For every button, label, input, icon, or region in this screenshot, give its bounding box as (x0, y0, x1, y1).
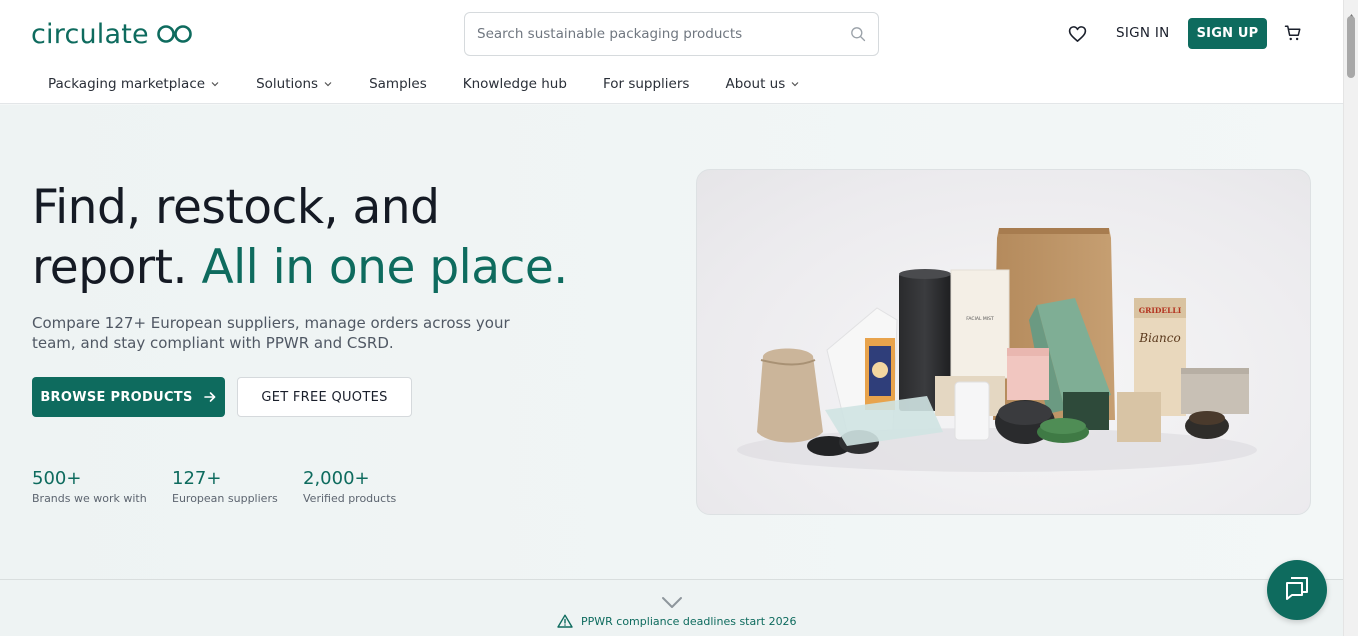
browse-products-button[interactable]: BROWSE PRODUCTS (32, 377, 225, 417)
scroll-down-arrow-icon[interactable] (1348, 626, 1355, 636)
stat-label: Verified products (303, 492, 397, 505)
chevron-down-icon (323, 79, 333, 89)
chevron-down-icon[interactable] (661, 595, 683, 614)
bianco-box-label: Bianco (1138, 331, 1180, 345)
packaging-products-illustration: FACIAL MIST GRIDELLI Bianco (737, 228, 1257, 472)
notice-text: PPWR compliance deadlines start 2026 (581, 614, 797, 628)
nav-item-packaging-marketplace[interactable]: Packaging marketplace (48, 76, 220, 92)
headline-line-2: report. (32, 240, 202, 295)
get-free-quotes-button[interactable]: GET FREE QUOTES (237, 377, 412, 417)
sign-up-button[interactable]: SIGN UP (1188, 18, 1267, 49)
cart-icon[interactable] (1284, 24, 1302, 46)
browse-products-label: BROWSE PRODUCTS (40, 389, 193, 405)
nav-item-label: Samples (369, 76, 427, 92)
stat-value: 127+ (172, 468, 222, 489)
nav-item-for-suppliers[interactable]: For suppliers (603, 76, 690, 92)
logo-mark-icon (157, 24, 193, 44)
logo[interactable]: circulate (31, 16, 193, 52)
scrollbar[interactable] (1343, 0, 1358, 636)
scrollbar-thumb[interactable] (1347, 16, 1355, 78)
stat-brands: 500+ Brands we work with (32, 468, 147, 505)
nav-item-about-us[interactable]: About us (725, 76, 800, 92)
hero-subtext: Compare 127+ European suppliers, manage … (32, 314, 510, 352)
site-header: circulate SIGN IN SIGN UP (0, 0, 1343, 104)
stat-suppliers: 127+ European suppliers (172, 468, 278, 505)
white-box-label: FACIAL MIST (966, 316, 994, 322)
logo-text: circulate (31, 18, 149, 50)
nav-item-solutions[interactable]: Solutions (256, 76, 333, 92)
nav-item-label: Solutions (256, 76, 319, 92)
hero-product-image: FACIAL MIST GRIDELLI Bianco (696, 169, 1311, 515)
gridelli-box-label: GRIDELLI (1139, 306, 1182, 315)
nav-item-samples[interactable]: Samples (369, 76, 427, 92)
sign-in-link[interactable]: SIGN IN (1116, 25, 1170, 41)
nav-item-label: Packaging marketplace (48, 76, 206, 92)
warning-icon (557, 614, 573, 628)
nav-item-label: Knowledge hub (462, 76, 567, 92)
nav-item-knowledge-hub[interactable]: Knowledge hub (463, 76, 567, 92)
search-box[interactable] (464, 12, 879, 56)
ppwr-notice[interactable]: PPWR compliance deadlines start 2026 (557, 614, 797, 628)
heart-icon[interactable] (1068, 25, 1087, 47)
hero-headline: Find, restock, and report. All in one pl… (32, 178, 568, 298)
chevron-down-icon (790, 79, 800, 89)
nav-item-label: For suppliers (602, 76, 690, 92)
stat-label: European suppliers (172, 492, 278, 505)
chat-button[interactable] (1267, 560, 1327, 620)
stat-value: 500+ (32, 468, 82, 489)
headline-accent: All in one place. (201, 240, 568, 295)
chat-icon (1283, 574, 1311, 606)
arrow-right-icon (203, 390, 217, 404)
main-nav: Packaging marketplace Solutions Samples … (48, 76, 836, 92)
nav-item-label: About us (725, 76, 786, 92)
search-input[interactable] (477, 26, 837, 42)
stat-label: Brands we work with (32, 492, 147, 505)
search-icon[interactable] (850, 26, 866, 46)
stat-products: 2,000+ Verified products (303, 468, 396, 505)
chevron-down-icon (210, 79, 220, 89)
headline-line-1: Find, restock, and (32, 180, 440, 235)
stat-value: 2,000+ (303, 468, 370, 489)
